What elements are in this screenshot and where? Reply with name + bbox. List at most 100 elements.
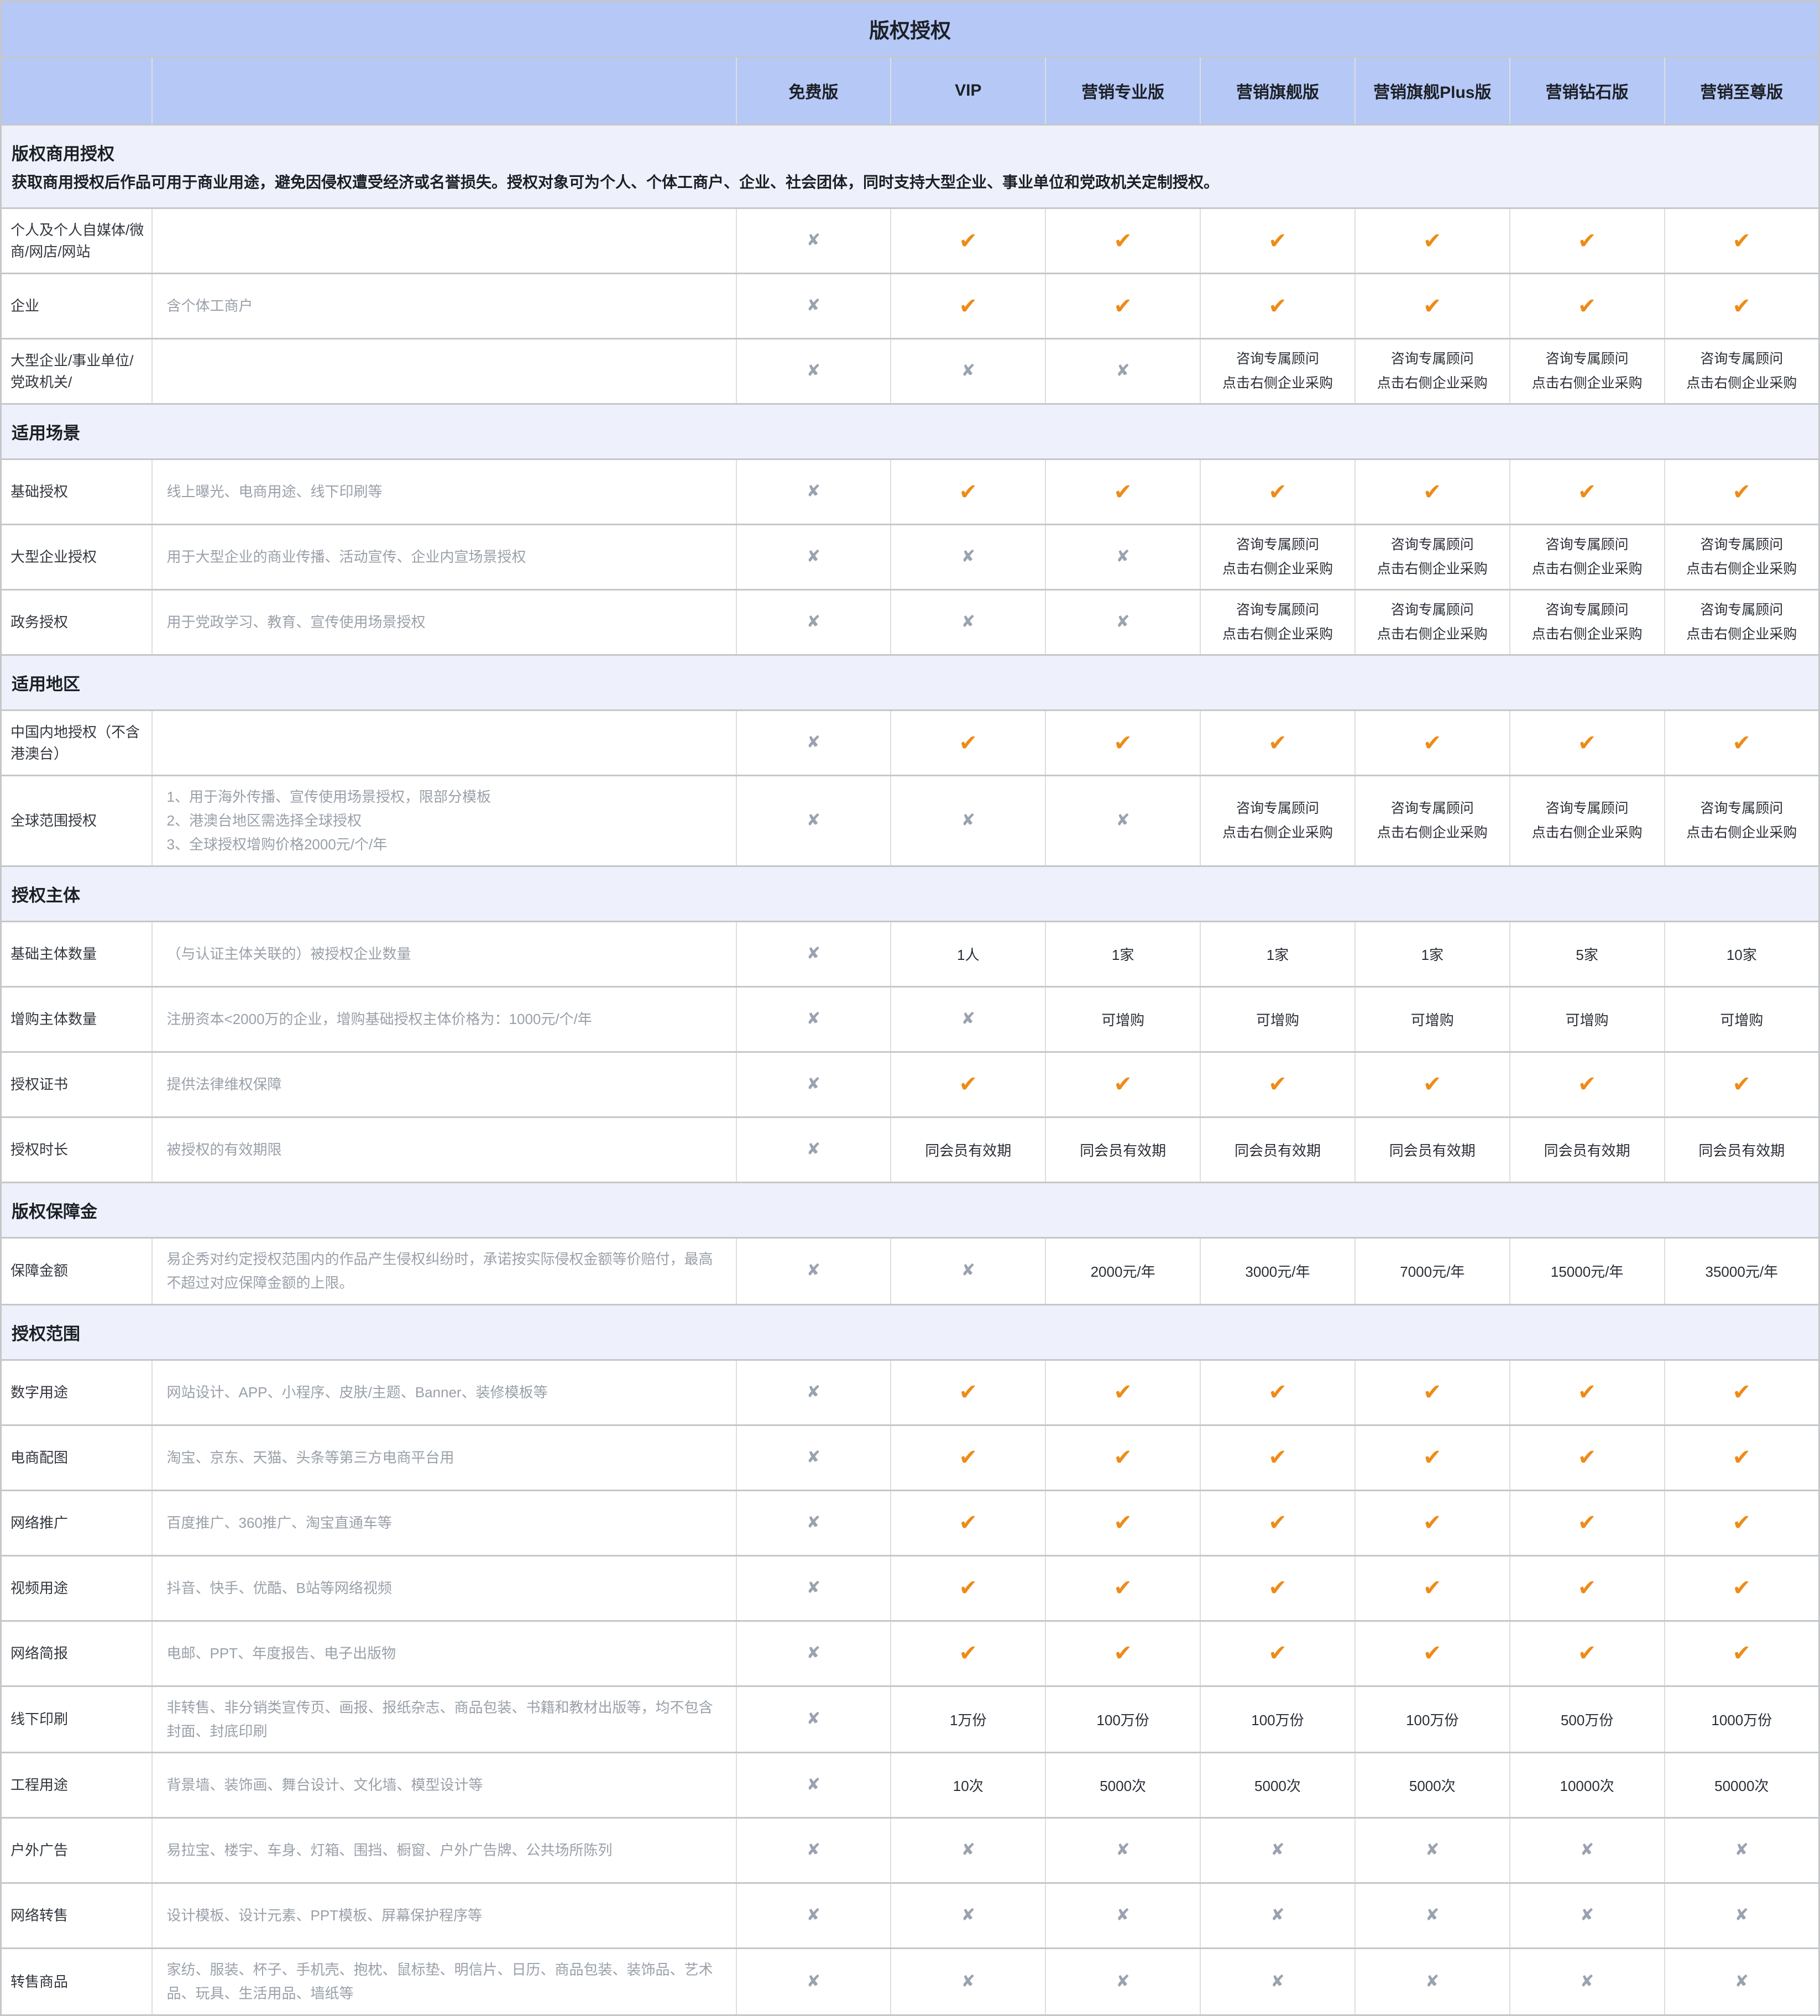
value-cell: ✔ (1510, 1555, 1665, 1621)
value-text: 500万份 (1561, 1712, 1613, 1728)
value-cell: ✘ (1045, 1883, 1200, 1949)
value-cell: ✘ (736, 776, 891, 866)
value-cell: 咨询专属顾问点击右侧企业采购 (1665, 339, 1819, 404)
value-cell: ✔ (1200, 274, 1355, 339)
table-row: 授权时长被授权的有效期限✘同会员有效期同会员有效期同会员有效期同会员有效期同会员… (1, 1117, 1819, 1182)
value-cell: ✔ (1510, 274, 1665, 339)
row-description: （与认证主体关联的）被授权企业数量 (152, 921, 736, 986)
value-cell: ✔ (1045, 1490, 1200, 1555)
consult-line-2: 点击右侧企业采购 (1204, 623, 1351, 647)
row-description: 用于大型企业的商业传播、活动宣传、企业内宣场景授权 (152, 525, 736, 590)
row-description: 1、用于海外传播、宣传使用场景授权，限部分模板 2、港澳台地区需选择全球授权 3… (152, 776, 736, 866)
value-cell: 咨询专属顾问点击右侧企业采购 (1200, 339, 1355, 404)
check-icon: ✔ (1423, 1445, 1442, 1470)
cross-icon: ✘ (1425, 1841, 1439, 1859)
column-header: 营销钻石版 (1510, 57, 1665, 125)
check-icon: ✔ (1733, 731, 1751, 755)
section-band-row: 授权主体 (1, 866, 1819, 921)
section-band-row: 适用场景 (1, 404, 1819, 459)
table-row: 数字用途网站设计、APP、小程序、皮肤/主题、Banner、装修模板等✘✔✔✔✔… (1, 1360, 1819, 1425)
value-cell: ✔ (1665, 1555, 1819, 1621)
check-icon: ✔ (1578, 480, 1597, 504)
value-cell: 3000元/年 (1200, 1237, 1355, 1304)
value-cell: ✘ (736, 1883, 891, 1949)
row-label: 企业 (1, 274, 152, 339)
row-description: 电邮、PPT、年度报告、电子出版物 (152, 1621, 736, 1686)
value-cell: 咨询专属顾问点击右侧企业采购 (1200, 525, 1355, 590)
value-text: 1家 (1112, 947, 1134, 963)
value-cell: ✔ (1355, 274, 1510, 339)
value-text: 同会员有效期 (1080, 1142, 1166, 1159)
value-cell: ✔ (1510, 1360, 1665, 1425)
section-band: 授权主体 (1, 866, 1819, 921)
row-description: 注册资本<2000万的企业，增购基础授权主体价格为：1000元/个/年 (152, 986, 736, 1052)
check-icon: ✔ (959, 1072, 978, 1096)
consult-line-1: 咨询专属顾问 (1204, 347, 1351, 372)
value-text: 可增购 (1720, 1012, 1763, 1028)
page-title: 版权授权 (1, 1, 1819, 57)
value-text: 1家 (1267, 947, 1289, 963)
row-label: 中国内地授权（不含港澳台） (1, 711, 152, 776)
value-cell: ✔ (1355, 711, 1510, 776)
value-cell: ✘ (891, 1883, 1045, 1949)
value-text: 15000元/年 (1551, 1263, 1624, 1280)
table-row: 个人及个人自媒体/微商/网店/网站✘✔✔✔✔✔✔ (1, 208, 1819, 274)
value-text: 7000元/年 (1400, 1263, 1465, 1280)
value-cell: 100万份 (1355, 1686, 1510, 1753)
check-icon: ✔ (1113, 731, 1132, 755)
check-icon: ✔ (1578, 229, 1597, 253)
value-cell: ✔ (1045, 711, 1200, 776)
cross-icon: ✘ (961, 1972, 975, 1991)
page: { "title": "版权授权", "columns": ["免费版", "V… (0, 0, 1820, 2016)
value-cell: ✔ (1510, 1052, 1665, 1117)
row-label: 电商配图 (1, 1425, 152, 1490)
value-cell: ✘ (736, 1818, 891, 1883)
cross-icon: ✘ (807, 1579, 820, 1597)
cross-icon: ✘ (961, 1010, 975, 1028)
consult-line-2: 点击右侧企业采购 (1359, 821, 1506, 845)
value-cell: ✔ (1045, 208, 1200, 274)
cross-icon: ✘ (807, 1513, 820, 1532)
cross-icon: ✘ (807, 362, 820, 380)
check-icon: ✔ (1113, 229, 1132, 253)
check-icon: ✔ (1733, 1576, 1751, 1600)
table-row: 网络推广百度推广、360推广、淘宝直通车等✘✔✔✔✔✔✔ (1, 1490, 1819, 1555)
value-cell: ✘ (736, 459, 891, 525)
consult-line-2: 点击右侧企业采购 (1359, 372, 1506, 396)
value-cell: ✔ (891, 711, 1045, 776)
value-cell: ✘ (736, 1360, 891, 1425)
consult-line-1: 咨询专属顾问 (1669, 598, 1815, 623)
cross-icon: ✘ (961, 1261, 975, 1279)
row-description: 易拉宝、楼宇、车身、灯箱、围挡、橱窗、户外广告牌、公共场所陈列 (152, 1818, 736, 1883)
row-label: 视频用途 (1, 1555, 152, 1621)
value-text: 同会员有效期 (1389, 1142, 1476, 1159)
value-cell: ✘ (736, 1949, 891, 2015)
value-cell: ✔ (1665, 274, 1819, 339)
cross-icon: ✘ (807, 1644, 820, 1662)
check-icon: ✔ (959, 229, 978, 253)
cross-icon: ✘ (807, 944, 820, 963)
row-description: 网站设计、APP、小程序、皮肤/主题、Banner、装修模板等 (152, 1360, 736, 1425)
value-cell: 100万份 (1045, 1686, 1200, 1753)
value-cell: ✘ (1355, 1818, 1510, 1883)
consult-line-1: 咨询专属顾问 (1514, 797, 1661, 821)
corner-cell-label (1, 57, 152, 125)
table-row: 增购主体数量注册资本<2000万的企业，增购基础授权主体价格为：1000元/个/… (1, 986, 1819, 1052)
cross-icon: ✘ (1116, 613, 1130, 631)
value-cell: ✘ (1045, 1949, 1200, 2015)
value-cell: ✔ (891, 1425, 1045, 1490)
cross-icon: ✘ (961, 1841, 975, 1859)
row-description: 易企秀对约定授权范围内的作品产生侵权纠纷时，承诺按实际侵权金额等价赔付，最高不超… (152, 1237, 736, 1304)
row-description: 设计模板、设计元素、PPT模板、屏幕保护程序等 (152, 1883, 736, 1949)
row-label: 个人及个人自媒体/微商/网店/网站 (1, 208, 152, 274)
column-header: 营销旗舰版 (1200, 57, 1355, 125)
value-cell: 可增购 (1510, 986, 1665, 1052)
value-cell: ✘ (736, 1621, 891, 1686)
check-icon: ✔ (959, 294, 978, 318)
consult-line-2: 点击右侧企业采购 (1514, 623, 1661, 647)
value-cell: ✔ (891, 274, 1045, 339)
value-cell: 1家 (1200, 921, 1355, 986)
check-icon: ✔ (1268, 1511, 1287, 1535)
cross-icon: ✘ (807, 231, 820, 249)
consult-line-1: 咨询专属顾问 (1669, 797, 1815, 821)
